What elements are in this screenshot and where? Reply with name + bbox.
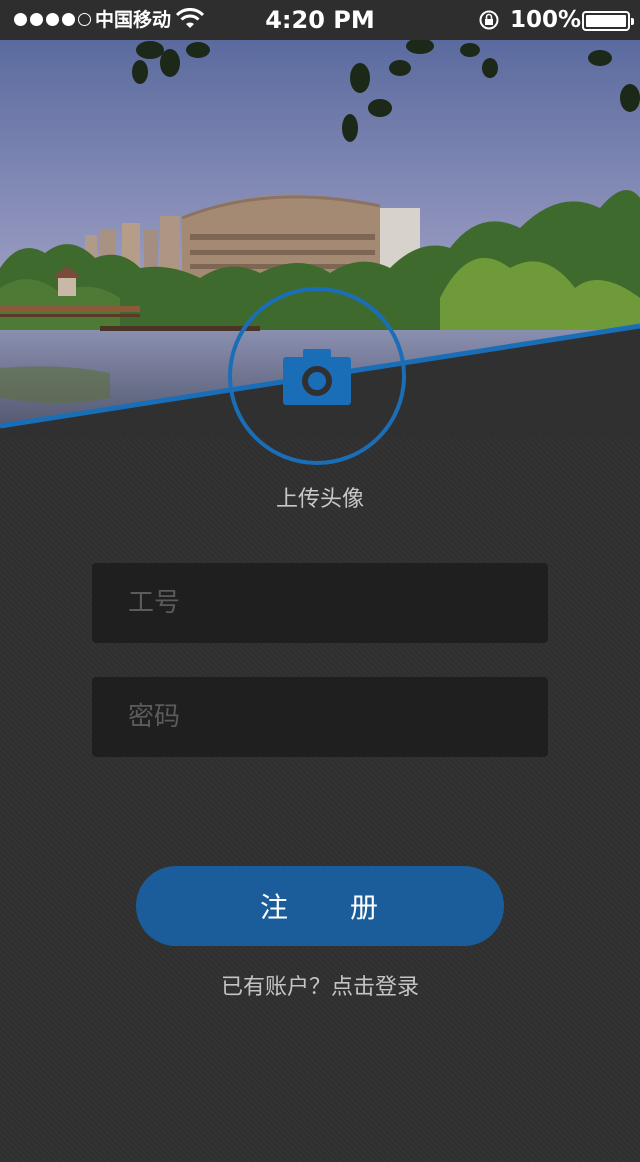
battery-percent: 100% [510, 7, 582, 33]
upload-avatar-label[interactable]: 上传头像 [0, 484, 640, 516]
password-field[interactable] [92, 677, 548, 757]
employee-id-field[interactable] [92, 563, 548, 643]
status-bar: 中国移动 4:20 PM 100% [0, 0, 640, 40]
register-screen: 中国移动 4:20 PM 100% 上传头像 工号 注 册 已有账户？点击登录 [0, 0, 640, 1162]
camera-icon [283, 349, 351, 405]
avatar-upload-button[interactable] [228, 287, 406, 465]
rotation-lock-icon [479, 10, 499, 30]
login-link[interactable]: 已有账户？点击登录 [0, 972, 640, 1004]
battery-icon [582, 11, 634, 31]
register-button[interactable]: 注 册 [136, 866, 504, 946]
